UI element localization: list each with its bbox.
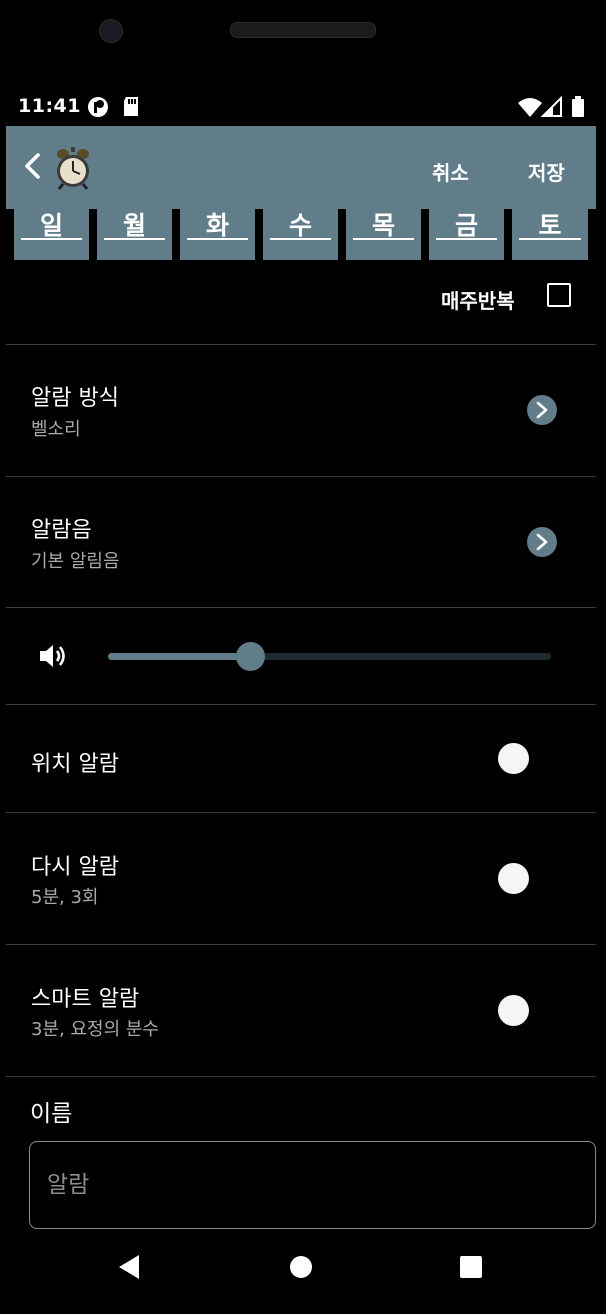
- day-button-sun[interactable]: 일: [14, 209, 89, 260]
- cancel-button[interactable]: 취소: [432, 157, 469, 186]
- snooze-toggle[interactable]: [498, 863, 529, 894]
- divider: [6, 944, 596, 945]
- alarm-type-title: 알람 방식: [31, 386, 119, 411]
- alarm-type-chevron-button[interactable]: [527, 395, 557, 425]
- day-label: 일: [39, 211, 63, 240]
- day-label: 목: [371, 211, 395, 240]
- day-label: 금: [454, 211, 478, 240]
- earpiece-speaker: [230, 22, 376, 38]
- smart-alarm-title: 스마트 알람: [31, 987, 140, 1012]
- divider: [6, 812, 596, 813]
- volume-slider-track[interactable]: [108, 653, 551, 660]
- day-label: 토: [538, 211, 562, 240]
- day-underline: [104, 238, 165, 240]
- nav-back-icon[interactable]: [117, 1254, 141, 1280]
- alarm-sound-title: 알람음: [31, 518, 92, 543]
- snooze-title: 다시 알람: [31, 855, 119, 880]
- day-underline: [21, 238, 82, 240]
- repeat-weekly-checkbox[interactable]: [547, 283, 571, 307]
- volume-slider-fill: [108, 653, 250, 660]
- divider: [6, 476, 596, 477]
- alarm-sound-chevron-button[interactable]: [527, 527, 557, 557]
- app-bar: [6, 126, 596, 209]
- day-underline: [436, 238, 497, 240]
- alarm-name-input[interactable]: [29, 1141, 596, 1229]
- save-button[interactable]: 저장: [528, 157, 565, 186]
- alarm-sound-value: 기본 알림음: [31, 551, 120, 572]
- day-underline: [187, 238, 248, 240]
- day-button-tue[interactable]: 화: [180, 209, 255, 260]
- back-arrow-icon[interactable]: [22, 152, 42, 180]
- smart-alarm-value: 3분, 요정의 분수: [31, 1019, 159, 1040]
- smart-alarm-toggle[interactable]: [498, 995, 529, 1026]
- volume-slider-thumb[interactable]: [235, 642, 265, 671]
- signal-icon: [541, 96, 562, 117]
- volume-icon: [40, 645, 65, 667]
- chevron-right-icon: [536, 533, 548, 551]
- alarm-type-value: 벨소리: [31, 419, 81, 440]
- day-label: 수: [288, 211, 312, 240]
- divider: [6, 1076, 596, 1077]
- day-label: 월: [122, 211, 146, 240]
- day-button-fri[interactable]: 금: [429, 209, 504, 260]
- location-alarm-title: 위치 알람: [31, 752, 119, 777]
- day-underline: [519, 238, 581, 240]
- day-underline: [353, 238, 414, 240]
- status-time: 11:41: [18, 95, 81, 117]
- nav-recents-icon[interactable]: [459, 1255, 483, 1279]
- repeat-weekly-label: 매주반복: [441, 289, 515, 313]
- alarm-name-label: 이름: [30, 1101, 73, 1127]
- day-button-sat[interactable]: 토: [512, 209, 588, 260]
- sd-card-icon: [124, 97, 138, 116]
- day-label: 화: [205, 211, 229, 240]
- day-button-mon[interactable]: 월: [97, 209, 172, 260]
- battery-icon: [572, 96, 584, 117]
- divider: [6, 704, 596, 705]
- nav-home-icon[interactable]: [289, 1255, 313, 1279]
- day-button-wed[interactable]: 수: [263, 209, 338, 260]
- day-underline: [270, 238, 331, 240]
- wifi-icon: [518, 98, 542, 117]
- divider: [6, 344, 596, 345]
- divider: [6, 607, 596, 608]
- front-camera: [99, 19, 123, 43]
- location-alarm-toggle[interactable]: [498, 743, 529, 774]
- day-button-thu[interactable]: 목: [346, 209, 421, 260]
- chevron-right-icon: [536, 401, 548, 419]
- snooze-value: 5분, 3회: [31, 887, 99, 908]
- app-notification-icon: [88, 97, 108, 117]
- alarm-clock-icon: [57, 147, 89, 190]
